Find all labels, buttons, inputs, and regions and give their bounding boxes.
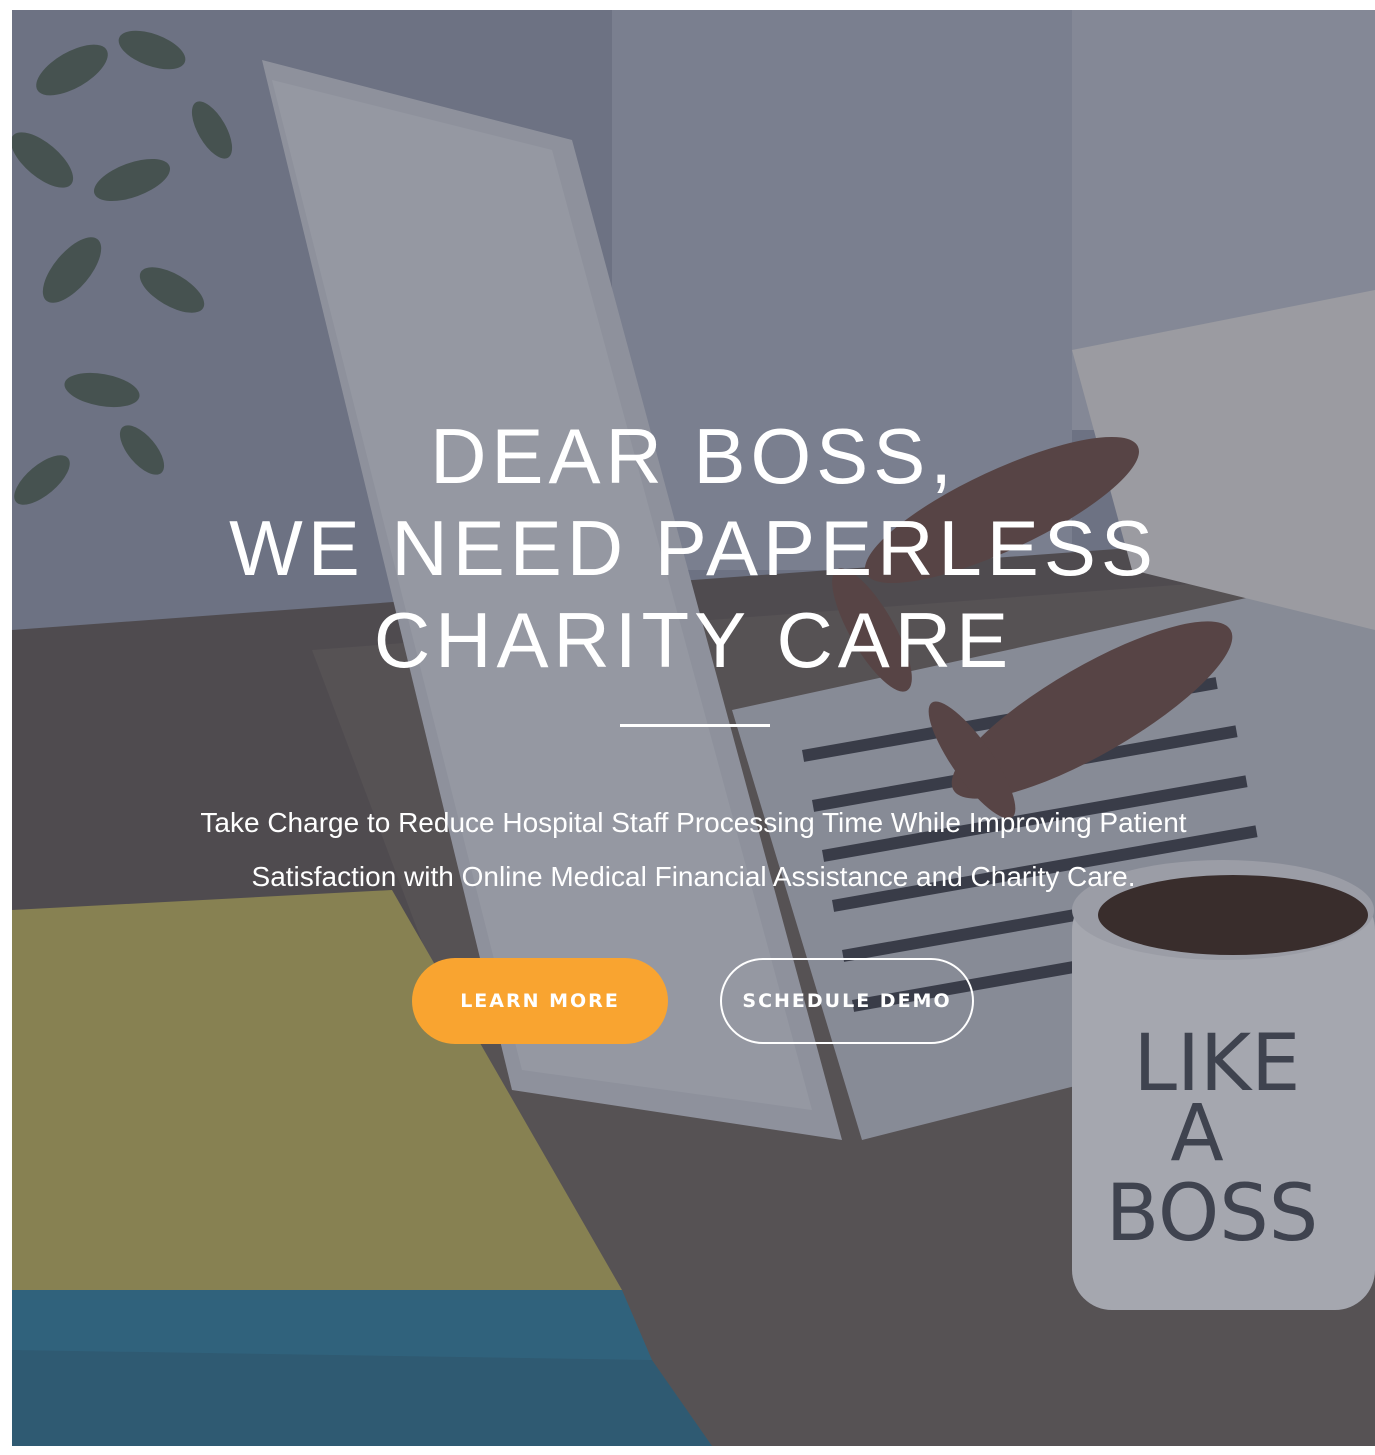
schedule-demo-button[interactable]: SCHEDULE DEMO xyxy=(720,958,974,1044)
headline-line-1: DEAR BOSS, xyxy=(430,412,957,500)
learn-more-button[interactable]: LEARN MORE xyxy=(412,958,668,1044)
hero-section: LIKE A BOSS DEAR BOSS, WE NEED PAPERLESS… xyxy=(12,10,1375,1446)
hero-headline: DEAR BOSS, WE NEED PAPERLESS CHARITY CAR… xyxy=(12,410,1375,686)
subtitle-line-2: Satisfaction with Online Medical Financi… xyxy=(251,861,1136,892)
headline-divider xyxy=(620,724,770,727)
headline-line-2: WE NEED PAPERLESS xyxy=(229,504,1158,592)
hero-content: DEAR BOSS, WE NEED PAPERLESS CHARITY CAR… xyxy=(12,10,1375,1446)
subtitle-line-1: Take Charge to Reduce Hospital Staff Pro… xyxy=(200,807,1187,838)
headline-line-3: CHARITY CARE xyxy=(373,596,1014,684)
learn-more-label: LEARN MORE xyxy=(460,990,620,1012)
schedule-demo-label: SCHEDULE DEMO xyxy=(742,990,952,1012)
hero-subtitle: Take Charge to Reduce Hospital Staff Pro… xyxy=(112,796,1275,904)
